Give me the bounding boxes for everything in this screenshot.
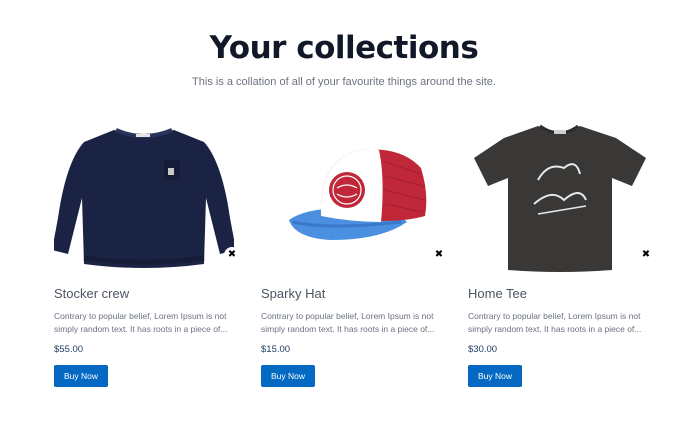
- product-card: ✖ Sparky Hat Contrary to popular belief,…: [261, 118, 447, 387]
- trucker-hat-image: [289, 149, 427, 240]
- product-name[interactable]: Sparky Hat: [261, 285, 441, 302]
- remove-item-button[interactable]: ✖: [638, 247, 654, 263]
- page-header: Your collections This is a collation of …: [0, 28, 688, 90]
- product-price: $15.00: [261, 344, 291, 355]
- navy-sweatshirt-image: [54, 128, 234, 268]
- product-price: $55.00: [54, 344, 84, 355]
- buy-now-button[interactable]: Buy Now: [54, 365, 109, 387]
- buy-now-button[interactable]: Buy Now: [468, 365, 523, 387]
- collection-grid: ✖ Stocker crew Contrary to popular belie…: [54, 118, 654, 387]
- product-description: Contrary to popular belief, Lorem Ipsum …: [468, 311, 642, 334]
- product-description: Contrary to popular belief, Lorem Ipsum …: [261, 311, 435, 334]
- buy-now-button[interactable]: Buy Now: [261, 365, 316, 387]
- product-card: ✖ Stocker crew Contrary to popular belie…: [54, 118, 240, 387]
- product-image[interactable]: ✖: [468, 118, 654, 272]
- remove-item-button[interactable]: ✖: [224, 247, 240, 263]
- product-image[interactable]: ✖: [261, 118, 447, 272]
- product-card: ✖ Home Tee Contrary to popular belief, L…: [468, 118, 654, 387]
- black-tshirt-image: [474, 124, 646, 272]
- page-title: Your collections: [209, 30, 479, 66]
- product-name[interactable]: Home Tee: [468, 285, 648, 302]
- product-price: $30.00: [468, 344, 498, 355]
- page-subtitle: This is a collation of all of your favou…: [192, 76, 496, 88]
- remove-item-button[interactable]: ✖: [431, 247, 447, 263]
- product-description: Contrary to popular belief, Lorem Ipsum …: [54, 311, 228, 334]
- product-name[interactable]: Stocker crew: [54, 285, 234, 302]
- product-image[interactable]: ✖: [54, 118, 240, 272]
